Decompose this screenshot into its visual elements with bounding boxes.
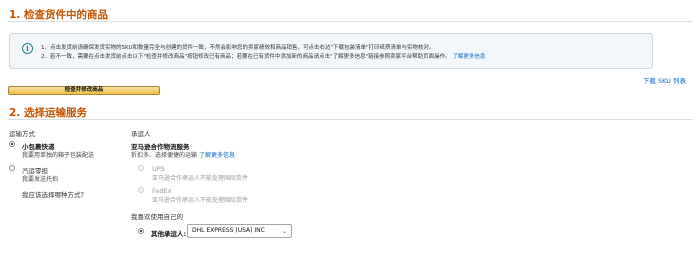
carrier-header: 承运人 xyxy=(131,130,151,138)
learn-more-link[interactable]: 了解更多信息 xyxy=(452,54,485,60)
section-divider xyxy=(7,21,693,22)
radio-fedex[interactable] xyxy=(138,187,144,193)
info-line-2: 2．若不一致，需要在点击发货前点击以下"检查并修改商品"按钮修改已有商品；若要在… xyxy=(41,52,485,60)
radio-ups[interactable] xyxy=(138,165,144,171)
ups-title: UPS xyxy=(152,165,165,173)
info-box: i 1．点击发货前请确保发货实物的SKU和数量完全与创建的货件一致，不然会影响您… xyxy=(9,33,653,69)
download-sku-list-link[interactable]: 下载 SKU 列表 xyxy=(643,75,686,85)
ups-desc: 亚马逊合作承运人不能处理国际货件 xyxy=(152,175,249,182)
carrier-select[interactable]: DHL EXPRESS (USA) INC ⌄ xyxy=(187,224,292,238)
partnered-learn-more-link[interactable]: 了解更多信息 xyxy=(199,152,235,159)
check-and-edit-items-button[interactable]: 检查并修改商品 xyxy=(8,86,160,95)
info-line-1: 1．点击发货前请确保发货实物的SKU和数量完全与创建的货件一致，不然会影响您的卖… xyxy=(41,45,435,51)
section-divider xyxy=(7,119,693,120)
small-parcel-desc: 我要用单独的箱子包装配送 xyxy=(22,152,95,159)
other-carrier-label: 其他承运人: xyxy=(151,230,187,238)
chevron-down-icon: ⌄ xyxy=(281,228,287,235)
fedex-desc: 亚马逊合作承运人不能处理国际货件 xyxy=(152,197,249,204)
radio-small-parcel[interactable] xyxy=(9,141,15,147)
section-title-shipping-service: 2. 选择运输服务 xyxy=(9,107,87,119)
partnered-carrier-desc: 折扣多、选择便捷的运输 了解更多信息 xyxy=(131,150,235,159)
own-carrier-label: 我喜欢使用自己的 xyxy=(131,213,183,221)
radio-ltl[interactable] xyxy=(9,165,15,171)
shipping-method-header: 运输方式 xyxy=(9,130,35,138)
info-line-2-text: 2．若不一致，需要在点击发货前点击以下"检查并修改商品"按钮修改已有商品；若要在… xyxy=(41,54,451,60)
info-icon: i xyxy=(22,43,33,54)
which-method-help-link[interactable]: 我应该选择哪种方式？ xyxy=(22,189,87,199)
carrier-select-value: DHL EXPRESS (USA) INC xyxy=(192,227,265,234)
partnered-carrier-desc-text: 折扣多、选择便捷的运输 xyxy=(131,152,198,159)
section-title-check-items: 1. 检查货件中的商品 xyxy=(9,9,108,21)
radio-other-carrier[interactable] xyxy=(138,228,144,234)
fedex-title: FedEx xyxy=(152,187,172,195)
ltl-desc: 我要发送托拍 xyxy=(22,176,59,183)
